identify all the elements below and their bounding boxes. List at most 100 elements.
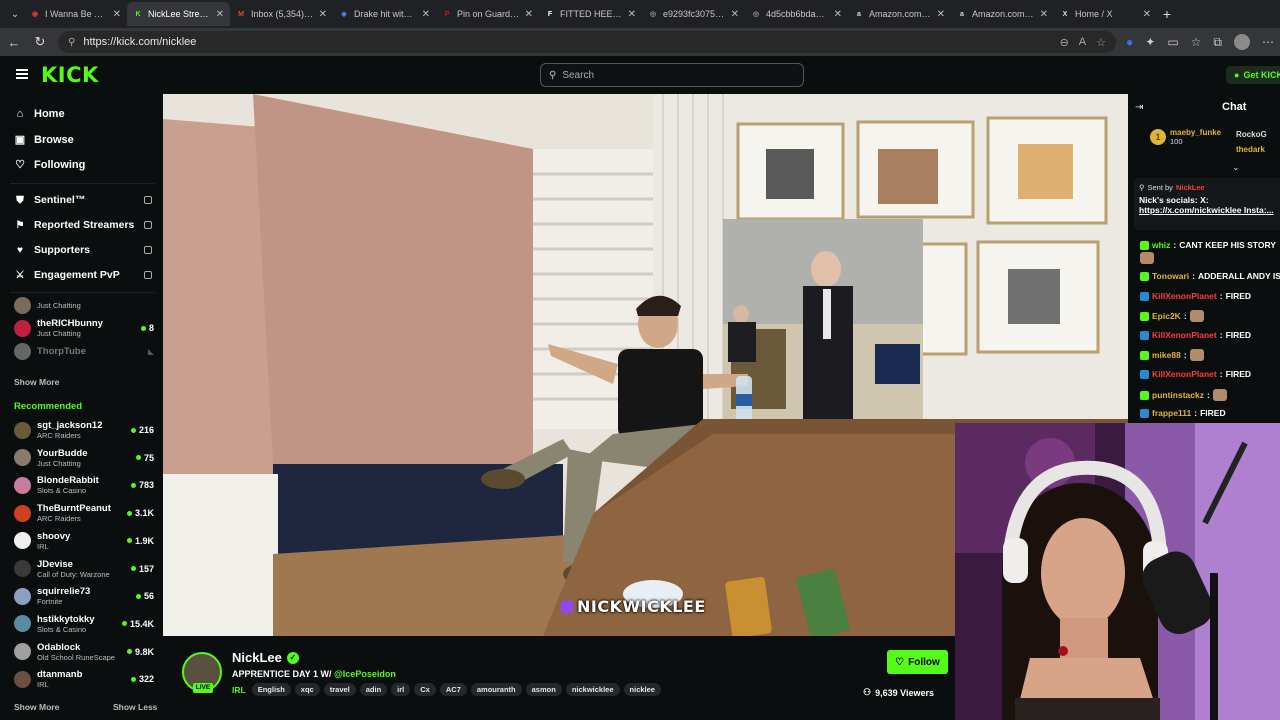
stream-tag[interactable]: travel <box>323 683 356 696</box>
browser-tab[interactable]: ◆ Drake hit with RICO ✕ <box>333 2 436 26</box>
sidebar-channel[interactable]: BlondeRabbit Slots & Casino 783 <box>14 472 154 498</box>
hamburger-menu-icon[interactable] <box>16 69 28 79</box>
sidebar-channel[interactable]: TheBurntPeanut ARC Raiders 3.1K <box>14 500 154 526</box>
sidebar-channel[interactable]: hstikkytokky Slots & Casino 15.4K <box>14 611 154 637</box>
search-input[interactable]: ⚲ Search <box>540 63 804 87</box>
extension-icon[interactable]: ● <box>1126 35 1133 49</box>
stream-tag[interactable]: AC7 <box>439 683 467 696</box>
sidebar-channel[interactable]: sgt_jackson12 ARC Raiders 216 <box>14 417 154 443</box>
stream-tag[interactable]: nicklee <box>623 683 661 696</box>
favorites-icon[interactable]: ☆ <box>1191 35 1202 49</box>
sidebar-channel[interactable]: YourBudde Just Chatting 75 <box>14 445 154 471</box>
sidebar-nav-home[interactable]: ⌂ Home <box>14 108 65 120</box>
sidebar-channel[interactable]: shoovy IRL 1.9K <box>14 528 154 554</box>
browser-tab[interactable]: a Amazon.com | Prime ✕ <box>951 2 1054 26</box>
browser-tab[interactable]: ◎ e9293fc30755ab8 ✕ <box>642 2 745 26</box>
stream-tag[interactable]: English <box>251 683 291 696</box>
tab-close-icon[interactable]: ✕ <box>1040 9 1048 20</box>
chat-username[interactable]: mike88 <box>1152 350 1181 360</box>
stream-tag[interactable]: asmon <box>525 683 562 696</box>
stream-tag[interactable]: Cx <box>414 683 436 696</box>
kick-logo[interactable]: KICK <box>41 63 99 87</box>
browser-tab[interactable]: X Home / X ✕ <box>1054 2 1157 26</box>
profile-avatar[interactable] <box>1234 34 1250 50</box>
sidebar-item-engagement-pvp[interactable]: ⚔ Engagement PvP <box>14 269 152 281</box>
sidebar-channel[interactable]: Odablock Old School RuneScape 9.8K <box>14 639 154 665</box>
browser-tab[interactable]: M Inbox (5,354) - m ✕ <box>230 2 333 26</box>
browser-tab[interactable]: P Pin on Guardado ✕ <box>436 2 539 26</box>
expand-gifters-icon[interactable]: ⌄ <box>1232 162 1240 173</box>
chat-username[interactable]: KillXenonPlanet <box>1152 291 1217 301</box>
chat-message[interactable]: KillXenonPlanet: FIRED <box>1140 291 1280 301</box>
chat-message[interactable]: puntinstackz: <box>1140 389 1280 401</box>
follow-button[interactable]: ♡ Follow <box>887 650 948 674</box>
chat-message[interactable]: frappe111: FIRED <box>1140 408 1280 418</box>
sidebar-channel[interactable]: ThorpTube ◣ <box>14 338 154 364</box>
sidebar-item-sentinel[interactable]: ⛊ Sentinel™ <box>14 194 152 206</box>
collections-icon[interactable]: ⧉ <box>1213 35 1222 50</box>
collapse-chat-icon[interactable]: ⇥ <box>1135 102 1143 113</box>
streamer-name[interactable]: NickLee ✓ <box>232 650 299 665</box>
tab-close-icon[interactable]: ✕ <box>422 9 430 20</box>
chat-message[interactable]: KillXenonPlanet: FIRED <box>1140 369 1280 379</box>
sidebar-item-supporters[interactable]: ♥ Supporters <box>14 244 152 256</box>
chat-message[interactable]: Tonowari:ADDERALL ANDY IS CON <box>1140 271 1280 281</box>
zoom-icon[interactable]: ⊖ <box>1060 36 1069 49</box>
show-less-recommended[interactable]: Show Less <box>113 702 157 712</box>
chat-username[interactable]: whiz <box>1152 240 1170 250</box>
tab-close-icon[interactable]: ✕ <box>113 9 121 20</box>
chat-username[interactable]: Tonowari <box>1152 271 1189 281</box>
browser-tab[interactable]: a Amazon.com: Black ✕ <box>848 2 951 26</box>
tab-close-icon[interactable]: ✕ <box>1143 9 1151 20</box>
tab-close-icon[interactable]: ✕ <box>937 9 945 20</box>
chat-message[interactable]: mike88: <box>1140 349 1280 361</box>
sidebar-channel[interactable]: JDevise Call of Duty: Warzone 157 <box>14 556 154 582</box>
tab-close-icon[interactable]: ✕ <box>628 9 636 20</box>
sidebar-nav-following[interactable]: ♡ Following <box>14 158 85 172</box>
back-icon[interactable]: ← <box>6 35 22 50</box>
chat-message[interactable]: KillXenonPlanet: FIRED <box>1140 330 1280 340</box>
stream-tag[interactable]: amouranth <box>470 683 522 696</box>
split-screen-icon[interactable]: ▭ <box>1167 35 1178 49</box>
category-link[interactable]: IRL <box>232 685 246 695</box>
chat-username[interactable]: Epic2K <box>1152 311 1181 321</box>
sidebar-nav-browse[interactable]: ▣ Browse <box>14 133 74 147</box>
browser-tab[interactable]: ◉ I Wanna Be Yours ✕ <box>24 2 127 26</box>
pinned-message[interactable]: ⚲ Sent by NickLee Nick's socials: X: htt… <box>1134 178 1280 230</box>
show-more-following[interactable]: Show More <box>14 377 59 387</box>
chat-username[interactable]: puntinstackz <box>1152 390 1204 400</box>
chat-message[interactable]: Epic2K: <box>1140 310 1280 322</box>
tab-close-icon[interactable]: ✕ <box>731 9 739 20</box>
stream-tag[interactable]: xqc <box>294 683 320 696</box>
tab-close-icon[interactable]: ✕ <box>525 9 533 20</box>
sidebar-channel[interactable]: dtanmanb IRL 322 <box>14 666 154 692</box>
pinned-link[interactable]: https://x.com/nickwicklee Insta:... <box>1139 205 1275 215</box>
favorite-star-icon[interactable]: ☆ <box>1096 36 1106 49</box>
tab-close-icon[interactable]: ✕ <box>319 9 327 20</box>
browser-tab[interactable]: ◎ 4d5cbb6bda3767 ✕ <box>745 2 848 26</box>
stream-tag[interactable]: adin <box>359 683 388 696</box>
url-field[interactable]: ⚲ https://kick.com/nicklee ⊖ A ☆ <box>58 31 1116 53</box>
stream-tag[interactable]: nickwicklee <box>565 683 620 696</box>
browser-tab[interactable]: K NickLee Stream ✕ <box>127 2 230 26</box>
chat-username[interactable]: KillXenonPlanet <box>1152 330 1217 340</box>
tab-search-icon[interactable]: ⌄ <box>6 9 24 20</box>
mention-link[interactable]: @IcePoseidon <box>334 669 396 679</box>
stream-tag[interactable]: irl <box>391 683 411 696</box>
get-kick-button[interactable]: ● Get KICK <box>1226 66 1280 84</box>
chat-message[interactable] <box>1140 252 1280 264</box>
top-gifter-2[interactable]: RockoG <box>1236 130 1267 139</box>
show-more-recommended[interactable]: Show More <box>14 702 59 712</box>
site-info-icon[interactable]: ⚲ <box>68 37 75 48</box>
read-aloud-icon[interactable]: A <box>1079 36 1086 49</box>
chat-message[interactable]: whiz: CANT KEEP HIS STORY <box>1140 240 1280 250</box>
chat-username[interactable]: frappe111 <box>1152 408 1191 418</box>
sidebar-channel[interactable]: squirrelie73 Fortnite 56 <box>14 583 154 609</box>
top-gifter-1[interactable]: 1 maeby_funke 100 <box>1150 128 1221 146</box>
sidebar-item-reported-streamers[interactable]: ⚑ Reported Streamers <box>14 219 152 231</box>
tab-close-icon[interactable]: ✕ <box>834 9 842 20</box>
new-tab-button[interactable]: + <box>1157 6 1177 22</box>
browser-tab[interactable]: F FITTED HEEL BOOT ✕ <box>539 2 642 26</box>
extensions-puzzle-icon[interactable]: ✦ <box>1145 35 1155 49</box>
top-gifter-3[interactable]: thedark <box>1236 145 1265 154</box>
